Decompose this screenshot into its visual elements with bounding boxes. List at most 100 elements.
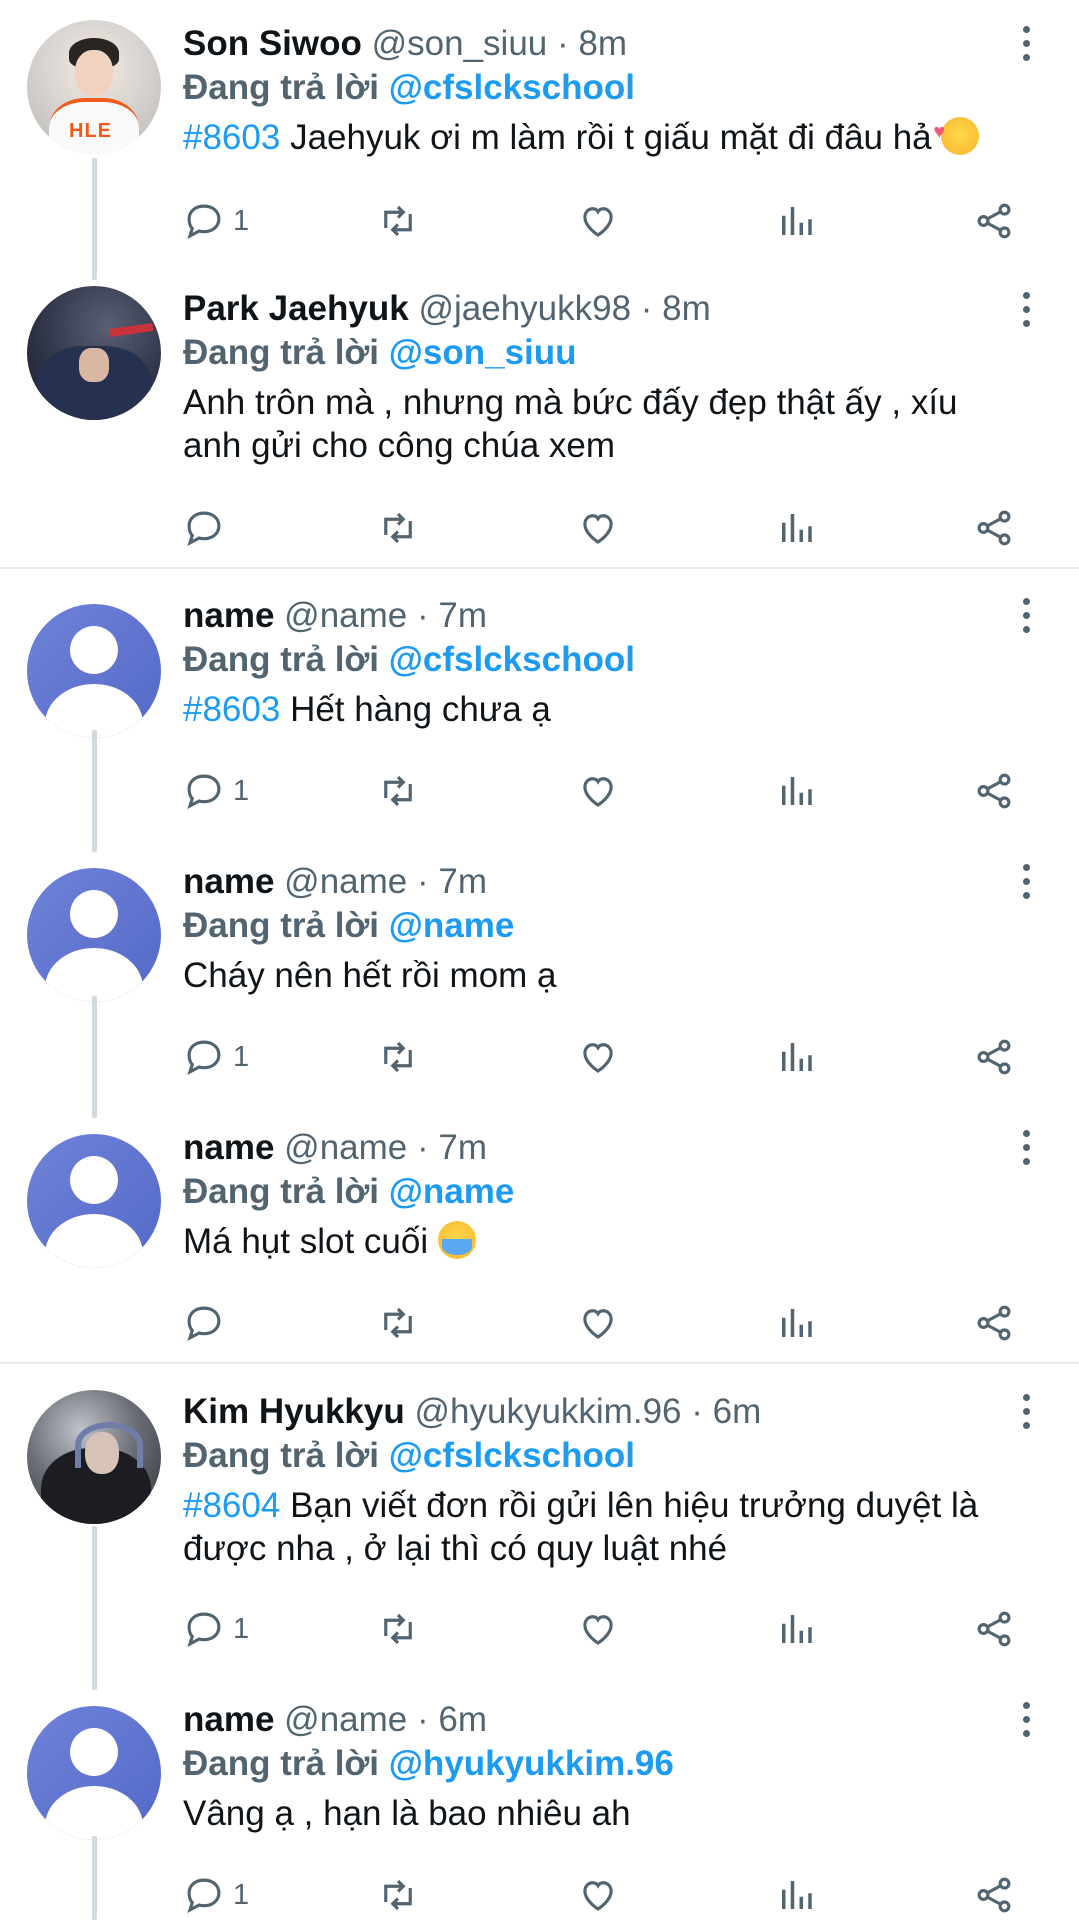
avatar[interactable]: [27, 604, 161, 738]
like-button[interactable]: [577, 1870, 619, 1920]
reply-mention[interactable]: @cfslckschool: [389, 640, 635, 679]
reply-mention[interactable]: @cfslckschool: [389, 1436, 635, 1475]
more-vertical-icon[interactable]: [1018, 862, 1034, 902]
share-icon: [977, 1877, 1011, 1913]
analytics-icon: [782, 1309, 812, 1337]
reply-mention[interactable]: @son_siuu: [389, 333, 577, 372]
author-name[interactable]: name: [183, 1128, 274, 1167]
more-vertical-icon[interactable]: [1018, 290, 1034, 330]
reply-mention[interactable]: @name: [389, 1172, 515, 1211]
author-name[interactable]: Son Siwoo: [183, 24, 362, 63]
retweet-button[interactable]: [377, 196, 419, 246]
author-name[interactable]: Kim Hyukkyu: [183, 1392, 405, 1431]
tweet-text: #8604 Bạn viết đơn rồi gửi lên hiệu trưở…: [183, 1484, 1003, 1570]
author-handle[interactable]: @name: [284, 596, 407, 635]
tweet-time: · 8m: [557, 24, 627, 63]
share-button[interactable]: [973, 1870, 1015, 1920]
retweet-button[interactable]: [377, 503, 419, 553]
reply-button[interactable]: [183, 1298, 225, 1348]
hashtag[interactable]: #8603: [183, 690, 280, 729]
tweet-text: Má hụt slot cuối: [183, 1220, 1033, 1263]
share-button[interactable]: [973, 1298, 1015, 1348]
like-button[interactable]: [577, 1604, 619, 1654]
reply-mention[interactable]: @cfslckschool: [389, 68, 635, 107]
reply-button[interactable]: 1: [183, 1870, 249, 1920]
author-name[interactable]: name: [183, 1700, 274, 1739]
like-button[interactable]: [577, 196, 619, 246]
reply-mention[interactable]: @name: [389, 906, 515, 945]
heart-icon: [583, 1043, 613, 1073]
avatar[interactable]: [27, 868, 161, 1002]
share-button[interactable]: [973, 503, 1015, 553]
analytics-icon: [782, 1615, 812, 1643]
author-handle[interactable]: @name: [284, 862, 407, 901]
like-button[interactable]: [577, 503, 619, 553]
more-vertical-icon[interactable]: [1018, 1392, 1034, 1432]
more-vertical-icon[interactable]: [1018, 1700, 1034, 1740]
reply-button[interactable]: [183, 503, 225, 553]
hashtag[interactable]: #8604: [183, 1486, 280, 1525]
retweet-button[interactable]: [377, 1298, 419, 1348]
reply-button[interactable]: 1: [183, 1604, 249, 1654]
views-button[interactable]: [775, 766, 817, 816]
views-button[interactable]: [775, 1870, 817, 1920]
retweet-button[interactable]: [377, 1604, 419, 1654]
like-button[interactable]: [577, 766, 619, 816]
avatar[interactable]: [27, 1134, 161, 1268]
like-button[interactable]: [577, 1032, 619, 1082]
author-handle[interactable]: @jaehyukk98: [418, 289, 631, 328]
share-icon: [977, 773, 1011, 809]
avatar[interactable]: HLE: [27, 20, 161, 154]
avatar[interactable]: [27, 286, 161, 420]
reply-icon: [187, 1878, 221, 1914]
retweet-button[interactable]: [377, 1870, 419, 1920]
reply-prefix: Đang trả lời: [183, 906, 380, 945]
author-handle[interactable]: @name: [284, 1700, 407, 1739]
like-button[interactable]: [577, 1298, 619, 1348]
heart-icon: [583, 1615, 613, 1645]
share-icon: [977, 1611, 1011, 1647]
author-name[interactable]: name: [183, 862, 274, 901]
avatar[interactable]: [27, 1706, 161, 1840]
author-name[interactable]: Park Jaehyuk: [183, 289, 409, 328]
more-vertical-icon[interactable]: [1018, 596, 1034, 636]
avatar[interactable]: [27, 1390, 161, 1524]
tweet-time: · 6m: [691, 1392, 762, 1431]
retweet-button[interactable]: [377, 766, 419, 816]
author-handle[interactable]: @hyukyukkim.96: [414, 1392, 681, 1431]
tweet-time: · 7m: [417, 1128, 487, 1167]
reply-icon: [187, 774, 221, 810]
author-name[interactable]: name: [183, 596, 274, 635]
action-bar: [183, 1298, 1043, 1348]
loudly-crying-face-icon: [437, 1221, 476, 1259]
retweet-icon: [384, 512, 412, 544]
share-button[interactable]: [973, 1604, 1015, 1654]
author-handle[interactable]: @name: [284, 1128, 407, 1167]
reply-button[interactable]: 1: [183, 1032, 249, 1082]
views-button[interactable]: [775, 1298, 817, 1348]
author-handle[interactable]: @son_siuu: [372, 24, 548, 63]
share-button[interactable]: [973, 1032, 1015, 1082]
views-button[interactable]: [775, 503, 817, 553]
views-button[interactable]: [775, 1032, 817, 1082]
views-button[interactable]: [775, 1604, 817, 1654]
reply-prefix: Đang trả lời: [183, 1436, 380, 1475]
more-vertical-icon[interactable]: [1018, 1128, 1034, 1168]
analytics-icon: [782, 207, 812, 235]
more-vertical-icon[interactable]: [1018, 24, 1034, 64]
reply-button[interactable]: 1: [183, 766, 249, 816]
views-button[interactable]: [775, 196, 817, 246]
hashtag[interactable]: #8603: [183, 118, 280, 157]
heart-icon: [583, 207, 613, 237]
thread-line: [92, 1836, 97, 1920]
retweet-icon: [384, 1041, 412, 1073]
analytics-icon: [782, 1881, 812, 1909]
retweet-button[interactable]: [377, 1032, 419, 1082]
reply-mention[interactable]: @hyukyukkim.96: [389, 1744, 674, 1783]
tweet-text: #8603 Hết hàng chưa ạ: [183, 688, 1033, 731]
reply-button[interactable]: 1: [183, 196, 249, 246]
share-button[interactable]: [973, 766, 1015, 816]
share-icon: [977, 1039, 1011, 1075]
share-button[interactable]: [973, 196, 1015, 246]
thread-line: [92, 996, 97, 1118]
